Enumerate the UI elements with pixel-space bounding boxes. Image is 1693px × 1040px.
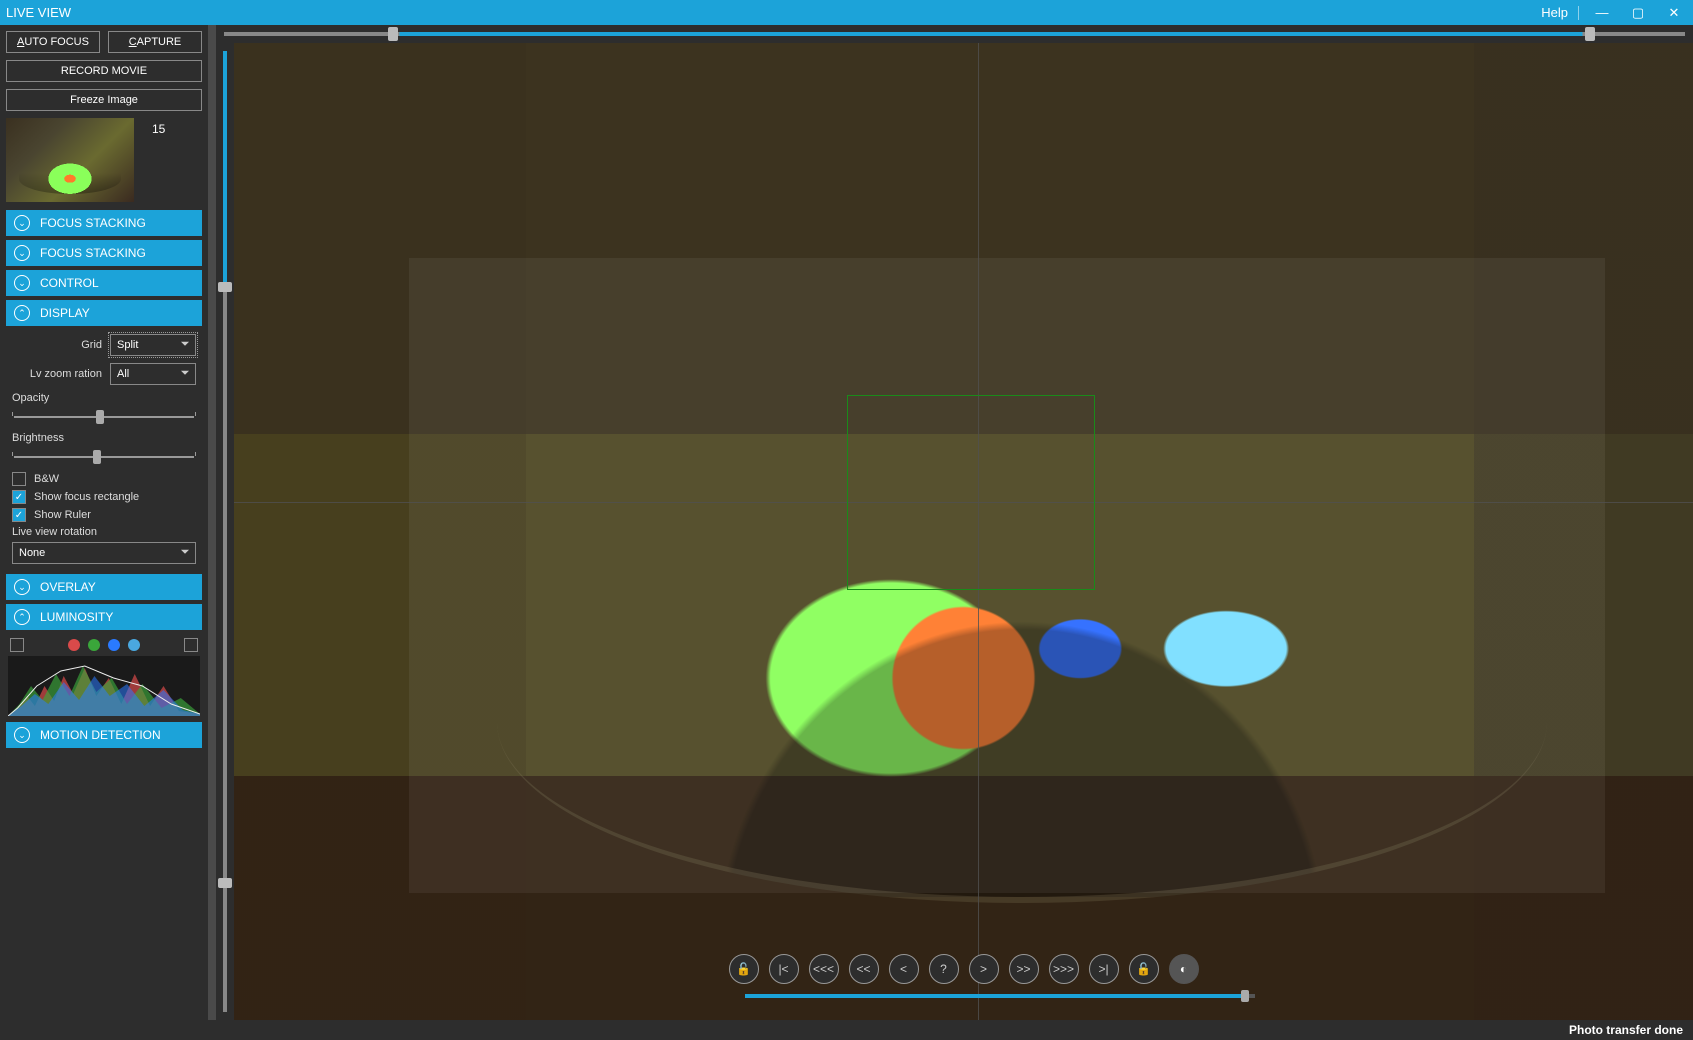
histogram bbox=[8, 656, 200, 716]
chevron-up-icon: ⌃ bbox=[14, 305, 30, 321]
luminosity-checkbox-left[interactable] bbox=[10, 638, 24, 652]
focus-last-button[interactable]: >| bbox=[1089, 954, 1119, 984]
left-ruler[interactable] bbox=[216, 43, 234, 1020]
lock-icon: 🔓 bbox=[736, 962, 751, 976]
capture-thumbnail[interactable] bbox=[6, 118, 134, 202]
focus-progress-handle[interactable] bbox=[1241, 990, 1249, 1002]
live-view-area: 🔓 |< <<< << < ? > >> >>> >| 🔓 ◐ bbox=[216, 25, 1693, 1020]
chevron-down-icon: ⌄ bbox=[14, 275, 30, 291]
focus-forward-3-button[interactable]: >>> bbox=[1049, 954, 1079, 984]
status-text: Photo transfer done bbox=[1569, 1023, 1683, 1037]
left-ruler-handle-top[interactable] bbox=[218, 282, 232, 292]
channel-dot-3[interactable] bbox=[128, 639, 140, 651]
show-ruler-checkbox[interactable]: ✓Show Ruler bbox=[12, 508, 196, 522]
sidebar-splitter[interactable] bbox=[208, 25, 216, 1020]
chevron-down-icon: ⌄ bbox=[14, 727, 30, 743]
help-link[interactable]: Help bbox=[1541, 5, 1568, 20]
luminosity-checkbox-right[interactable] bbox=[184, 638, 198, 652]
zoom-select[interactable]: All bbox=[110, 363, 196, 385]
maximize-button[interactable]: ▢ bbox=[1625, 5, 1651, 21]
top-ruler-handle-left[interactable] bbox=[388, 27, 398, 41]
grid-label: Grid bbox=[12, 339, 102, 351]
top-ruler[interactable] bbox=[216, 25, 1693, 43]
chevron-down-icon: ⌄ bbox=[14, 215, 30, 231]
left-ruler-handle-bottom[interactable] bbox=[218, 878, 232, 888]
chevron-up-icon: ⌃ bbox=[14, 609, 30, 625]
capture-count: 15 bbox=[144, 118, 173, 140]
minimize-button[interactable]: — bbox=[1589, 5, 1615, 20]
focus-forward-2-button[interactable]: >> bbox=[1009, 954, 1039, 984]
status-bar: Photo transfer done bbox=[0, 1020, 1693, 1040]
live-view-canvas[interactable]: 🔓 |< <<< << < ? > >> >>> >| 🔓 ◐ bbox=[234, 43, 1693, 1020]
luminosity-panel-body bbox=[6, 634, 202, 722]
grid-select[interactable]: Split bbox=[110, 334, 196, 356]
opacity-label: Opacity bbox=[12, 392, 196, 404]
channel-dot-2[interactable] bbox=[108, 639, 120, 651]
titlebar: LIVE VIEW Help — ▢ ✕ bbox=[0, 0, 1693, 25]
channel-dot-0[interactable] bbox=[68, 639, 80, 651]
panel-focus-stacking-2[interactable]: ⌄ FOCUS STACKING bbox=[6, 240, 202, 266]
bw-checkbox[interactable]: B&W bbox=[12, 472, 196, 486]
show-focus-rect-checkbox[interactable]: ✓Show focus rectangle bbox=[12, 490, 196, 504]
focus-nav-bar: 🔓 |< <<< << < ? > >> >>> >| 🔓 ◐ bbox=[234, 948, 1693, 990]
panel-focus-stacking-1[interactable]: ⌄ FOCUS STACKING bbox=[6, 210, 202, 236]
top-ruler-handle-right[interactable] bbox=[1585, 27, 1595, 41]
panel-overlay[interactable]: ⌄ OVERLAY bbox=[6, 574, 202, 600]
divider bbox=[1578, 6, 1579, 20]
focus-help-button[interactable]: ? bbox=[929, 954, 959, 984]
opacity-slider[interactable] bbox=[12, 408, 196, 426]
freeze-image-button[interactable]: Freeze Image bbox=[6, 89, 202, 111]
panel-display[interactable]: ⌃ DISPLAY bbox=[6, 300, 202, 326]
lock-icon: 🔓 bbox=[1136, 962, 1151, 976]
panel-control[interactable]: ⌄ CONTROL bbox=[6, 270, 202, 296]
capture-button[interactable]: CAPTURE bbox=[108, 31, 202, 53]
display-panel-body: Grid Split Lv zoom ration All Opacity Br… bbox=[6, 330, 202, 574]
zoom-label: Lv zoom ration bbox=[12, 368, 102, 380]
panel-motion-detection[interactable]: ⌄ MOTION DETECTION bbox=[6, 722, 202, 748]
record-movie-button[interactable]: RECORD MOVIE bbox=[6, 60, 202, 82]
focus-rewind-3-button[interactable]: <<< bbox=[809, 954, 839, 984]
lock-far-button[interactable]: 🔓 bbox=[1129, 954, 1159, 984]
auto-focus-button[interactable]: AUTO FOCUS bbox=[6, 31, 100, 53]
window-title: LIVE VIEW bbox=[6, 5, 71, 20]
chevron-down-icon: ⌄ bbox=[14, 245, 30, 261]
chevron-down-icon: ⌄ bbox=[14, 579, 30, 595]
brightness-slider[interactable] bbox=[12, 448, 196, 466]
focus-rewind-2-button[interactable]: << bbox=[849, 954, 879, 984]
sidebar: AUTO FOCUS CAPTURE RECORD MOVIE Freeze I… bbox=[0, 25, 208, 1020]
close-button[interactable]: ✕ bbox=[1661, 5, 1687, 21]
rotation-select[interactable]: None bbox=[12, 542, 196, 564]
rotation-label: Live view rotation bbox=[12, 526, 196, 538]
contrast-icon: ◐ bbox=[1180, 962, 1187, 976]
brightness-label: Brightness bbox=[12, 432, 196, 444]
focus-rectangle[interactable] bbox=[847, 395, 1095, 590]
lock-near-button[interactable]: 🔓 bbox=[729, 954, 759, 984]
channel-dot-1[interactable] bbox=[88, 639, 100, 651]
focus-forward-1-button[interactable]: > bbox=[969, 954, 999, 984]
focus-rewind-1-button[interactable]: < bbox=[889, 954, 919, 984]
panel-luminosity[interactable]: ⌃ LUMINOSITY bbox=[6, 604, 202, 630]
contrast-toggle-button[interactable]: ◐ bbox=[1169, 954, 1199, 984]
focus-first-button[interactable]: |< bbox=[769, 954, 799, 984]
focus-progress[interactable] bbox=[745, 994, 1256, 998]
